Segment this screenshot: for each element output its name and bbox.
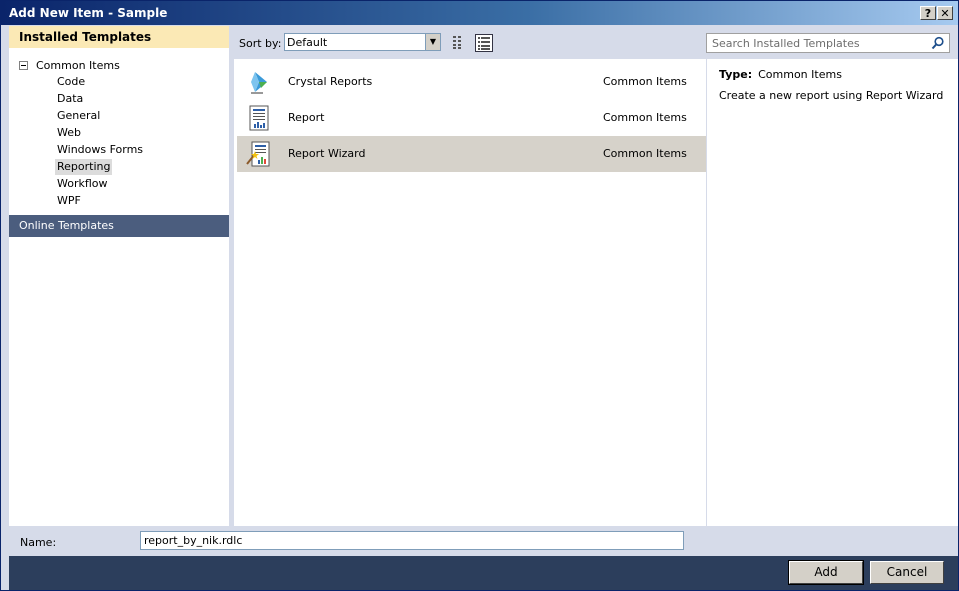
sort-by-label: Sort by: xyxy=(239,37,282,50)
help-button[interactable]: ? xyxy=(920,6,936,20)
search-placeholder: Search Installed Templates xyxy=(712,37,860,50)
template-list: Crystal Reports Common Items Report Comm… xyxy=(234,59,706,526)
sort-by-select[interactable]: Default ▼ xyxy=(284,33,441,51)
dropdown-arrow-icon[interactable]: ▼ xyxy=(425,34,440,50)
tree-item-wpf[interactable]: WPF xyxy=(55,193,83,209)
tree-root-label: Common Items xyxy=(36,59,120,72)
template-category: Common Items xyxy=(603,147,687,160)
template-row-crystal-reports[interactable]: Crystal Reports Common Items xyxy=(237,64,706,100)
dialog-title: Add New Item - Sample xyxy=(9,6,168,20)
template-category: Common Items xyxy=(603,111,687,124)
template-name: Crystal Reports xyxy=(288,75,373,88)
title-bar[interactable]: Add New Item - Sample ? ✕ xyxy=(1,1,958,25)
tree-item-workflow[interactable]: Workflow xyxy=(55,176,110,192)
details-view-button[interactable] xyxy=(475,34,493,52)
dialog-footer: Add Cancel xyxy=(9,556,958,590)
tree-item-code[interactable]: Code xyxy=(55,74,87,90)
crystal-reports-icon xyxy=(251,72,267,94)
template-name: Report xyxy=(288,111,325,124)
tree-root-common-items[interactable]: Common Items xyxy=(19,58,120,74)
search-input[interactable]: Search Installed Templates xyxy=(706,33,950,53)
details-view-icon xyxy=(478,37,490,50)
close-button[interactable]: ✕ xyxy=(937,6,953,20)
template-row-report[interactable]: Report Common Items xyxy=(237,100,706,136)
toolbar: Sort by: Default ▼ Search Installed Temp… xyxy=(230,26,958,59)
name-input[interactable] xyxy=(140,531,684,550)
installed-templates-header[interactable]: Installed Templates xyxy=(9,26,229,48)
tree-item-reporting[interactable]: Reporting xyxy=(55,159,113,175)
tree-item-general[interactable]: General xyxy=(55,108,102,124)
template-categories-panel: Installed Templates Common Items Code Da… xyxy=(9,26,229,526)
online-templates-label: Online Templates xyxy=(19,219,114,232)
name-row: Name: xyxy=(9,526,958,556)
report-icon xyxy=(249,105,269,131)
online-templates-header[interactable]: Online Templates xyxy=(9,215,229,237)
detail-type: Type: Common Items xyxy=(719,68,842,81)
report-wizard-icon xyxy=(246,141,270,167)
detail-description: Create a new report using Report Wizard xyxy=(719,89,944,102)
tree-item-data[interactable]: Data xyxy=(55,91,85,107)
template-category: Common Items xyxy=(603,75,687,88)
template-detail-panel: Type: Common Items Create a new report us… xyxy=(707,59,958,526)
template-row-report-wizard[interactable]: Report Wizard Common Items xyxy=(237,136,706,172)
tree-item-windows-forms[interactable]: Windows Forms xyxy=(55,142,145,158)
cancel-button[interactable]: Cancel xyxy=(870,561,944,584)
name-label: Name: xyxy=(20,536,57,549)
small-icons-view-button[interactable] xyxy=(451,34,469,52)
add-button[interactable]: Add xyxy=(788,560,864,585)
tree-item-web[interactable]: Web xyxy=(55,125,83,141)
add-new-item-dialog: Add New Item - Sample ? ✕ Installed Temp… xyxy=(0,0,959,591)
collapse-icon[interactable] xyxy=(19,60,28,70)
detail-type-value: Common Items xyxy=(758,68,842,81)
small-icons-view-icon xyxy=(453,36,461,49)
detail-type-label: Type: xyxy=(719,68,753,81)
template-name: Report Wizard xyxy=(288,147,366,160)
installed-templates-label: Installed Templates xyxy=(19,30,152,44)
sort-by-value: Default xyxy=(287,36,328,49)
search-icon[interactable] xyxy=(931,36,945,50)
